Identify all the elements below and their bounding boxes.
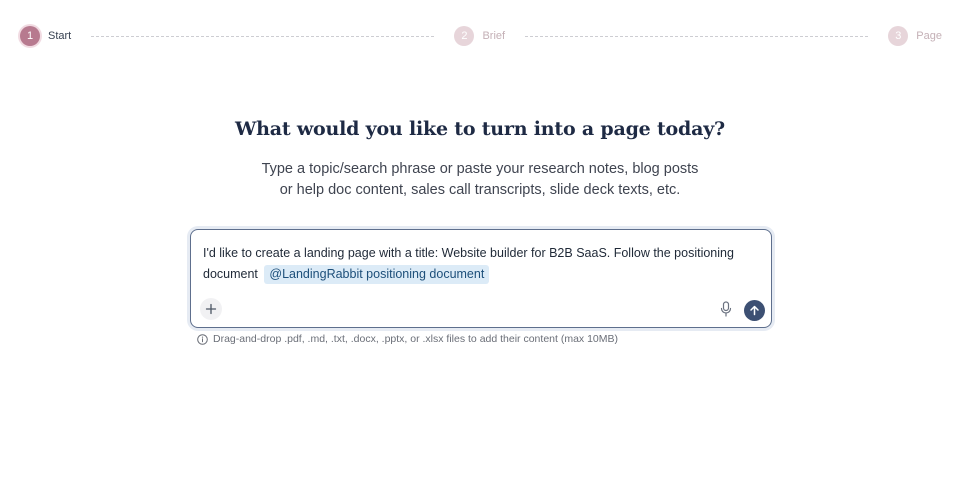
prompt-input[interactable]: I'd like to create a landing page with a… [190,229,772,328]
upload-hint: Drag-and-drop .pdf, .md, .txt, .docx, .p… [197,333,618,345]
description-line-2: or help doc content, sales call transcri… [279,182,681,198]
microphone-icon [720,301,732,317]
send-button[interactable] [744,300,765,321]
add-attachment-button[interactable] [200,298,222,320]
step-label: Start [48,30,72,42]
upload-hint-text: Drag-and-drop .pdf, .md, .txt, .docx, .p… [213,333,619,345]
plus-icon [205,303,217,315]
step-label: Brief [482,30,506,42]
description-line-1: Type a topic/search phrase or paste your… [261,161,699,177]
progress-stepper: 1 Start 2 Brief 3 Page [20,25,942,47]
page-description: Type a topic/search phrase or paste your… [0,159,960,201]
step-start[interactable]: 1 Start [20,26,71,46]
step-page[interactable]: 3 Page [888,26,942,46]
info-icon [197,333,208,345]
mention-chip[interactable]: @LandingRabbit positioning document [264,265,490,284]
step-number: 2 [454,26,475,46]
step-label: Page [916,30,942,42]
step-brief[interactable]: 2 Brief [454,26,505,46]
prompt-text[interactable]: I'd like to create a landing page with a… [203,243,759,285]
step-connector [91,35,435,37]
arrow-up-icon [750,305,759,316]
voice-input-button[interactable] [717,299,735,319]
step-number: 3 [888,26,909,46]
step-number: 1 [20,26,40,46]
page-title: What would you like to turn into a page … [235,118,725,140]
step-connector [525,35,869,37]
